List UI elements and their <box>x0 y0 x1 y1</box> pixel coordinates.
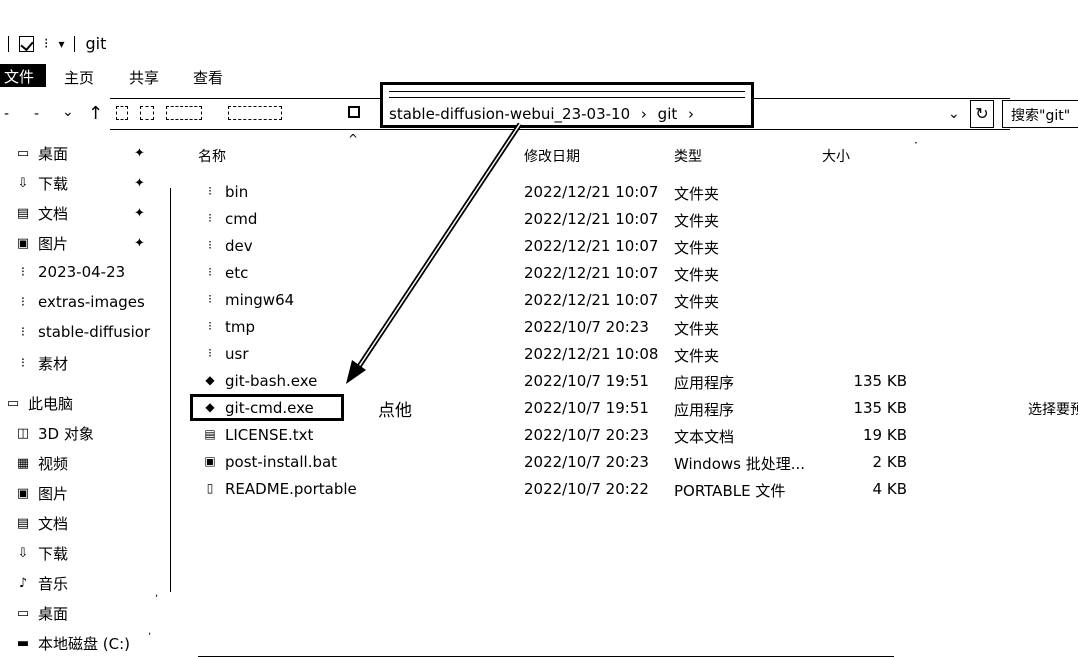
annotation-arrow-shaft-inner <box>353 123 521 375</box>
annotation-arrow <box>346 122 523 384</box>
